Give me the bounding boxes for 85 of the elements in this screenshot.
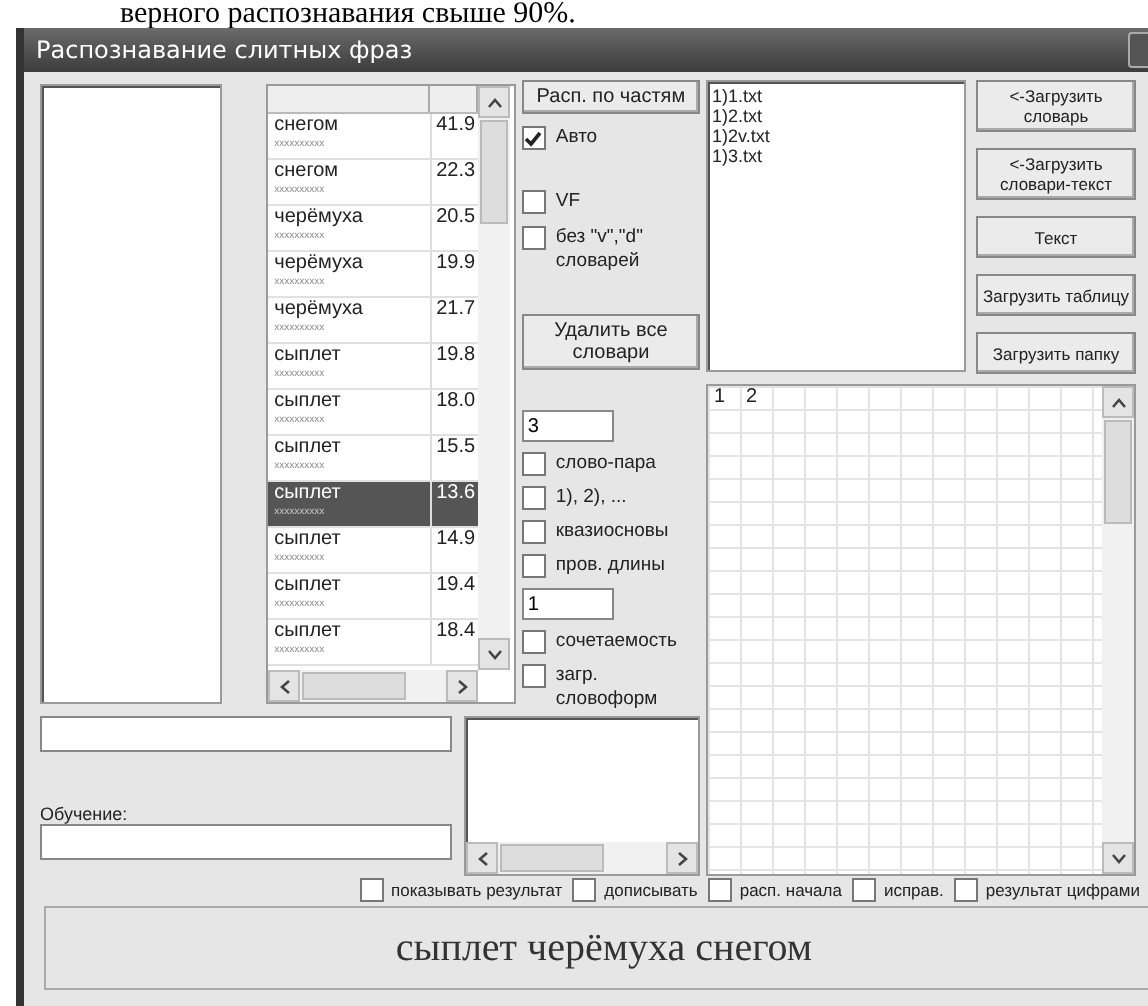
result-text: сыплет черёмуха снегом: [44, 906, 1148, 990]
load-button[interactable]: Текст: [976, 216, 1136, 258]
data-grid[interactable]: 1 2: [706, 384, 1136, 876]
checkbox[interactable]: [521, 554, 546, 578]
checkbox[interactable]: [521, 520, 546, 544]
checkbox-label: Авто: [555, 126, 598, 150]
word-text: сыплет: [274, 574, 343, 598]
file-item[interactable]: 1)3.txt: [712, 146, 960, 166]
number-field[interactable]: 3: [521, 410, 614, 442]
word-text: снегом: [274, 160, 341, 184]
checkbox[interactable]: [707, 878, 732, 902]
load-button[interactable]: <-Загрузить словарь: [976, 80, 1136, 132]
checkbox-label: без "v","d" словарей: [555, 226, 645, 274]
load-button[interactable]: Загрузить папку: [976, 332, 1136, 374]
checkbox-label: результат цифрами: [985, 878, 1140, 902]
vertical-scrollbar[interactable]: [1102, 386, 1134, 874]
checkbox[interactable]: [359, 878, 384, 902]
score-text: 19.8: [434, 344, 476, 370]
file-item[interactable]: 1)2.txt: [712, 106, 960, 126]
checkbox-label: загр. словоформ: [555, 664, 660, 712]
horizontal-scrollbar[interactable]: [268, 670, 479, 702]
checkbox[interactable]: [521, 630, 546, 654]
word-text: сыплет: [274, 436, 343, 460]
word-text: черёмуха: [274, 252, 365, 276]
checkbox-label: показывать результат: [391, 878, 563, 902]
checkbox-label: VF: [555, 190, 581, 214]
column-header: 1: [712, 386, 728, 408]
score-text: 22.3: [434, 160, 476, 186]
document-text: верного распознавания свыше 90%.: [118, 0, 578, 28]
score-text: 18.4: [434, 620, 476, 646]
score-text: 19.9: [434, 252, 476, 278]
checkbox[interactable]: [953, 878, 978, 902]
score-text: 21.7: [434, 298, 476, 324]
checkbox-label: квазиосновы: [555, 520, 669, 544]
number-field[interactable]: 1: [521, 588, 614, 620]
word-text: сыплет: [274, 482, 343, 506]
checkbox[interactable]: [521, 452, 546, 476]
score-text: 13.6: [434, 482, 476, 508]
score-text: 14.9: [434, 528, 476, 554]
training-field[interactable]: [40, 824, 452, 860]
checkbox[interactable]: [521, 126, 546, 150]
vertical-scrollbar[interactable]: [478, 86, 511, 670]
file-item[interactable]: 1)2v.txt: [712, 126, 960, 146]
checkbox-label: сочетаемость: [555, 630, 677, 654]
horizontal-scrollbar[interactable]: [466, 842, 698, 874]
score-text: 18.0: [434, 390, 476, 416]
score-text: 19.4: [434, 574, 476, 600]
list-box[interactable]: [40, 84, 223, 704]
checkbox[interactable]: [521, 190, 546, 214]
load-button[interactable]: <-Загрузить словари-текст: [976, 148, 1136, 200]
word-text: сыплет: [274, 528, 343, 552]
checkbox[interactable]: [521, 486, 546, 510]
checkbox[interactable]: [521, 664, 546, 688]
score-text: 15.5: [434, 436, 476, 462]
checkbox[interactable]: [851, 878, 876, 902]
action-button[interactable]: Расп. по частям: [521, 80, 700, 114]
word-text: снегом: [274, 114, 341, 138]
scrollbar-thumb[interactable]: [1104, 420, 1132, 524]
word-text: сыплет: [274, 620, 343, 644]
scrollbar-thumb[interactable]: [480, 120, 509, 224]
score-text: 20.5: [434, 206, 476, 232]
load-button[interactable]: Загрузить таблицу: [976, 274, 1136, 316]
word-text: сыплет: [274, 390, 343, 414]
scrollbar-thumb[interactable]: [302, 672, 407, 700]
checkbox-label: 1), 2), ...: [555, 486, 627, 510]
scrollbar-thumb[interactable]: [500, 844, 604, 872]
file-list[interactable]: 1)1.txt 1)2.txt 1)2v.txt 1)3.txt: [706, 80, 966, 372]
action-button[interactable]: Удалить все словари: [521, 314, 700, 370]
file-item[interactable]: 1)1.txt: [712, 86, 960, 106]
input-field[interactable]: [40, 716, 452, 752]
word-text: сыплет: [274, 344, 343, 368]
score-text: 41.9: [434, 114, 476, 140]
checkbox[interactable]: [572, 878, 597, 902]
column-header: 2: [744, 386, 760, 408]
window-title: Распознавание слитных фраз: [36, 36, 413, 64]
word-text: черёмуха: [274, 298, 365, 322]
checkbox-label: расп. начала: [739, 878, 842, 902]
training-label: Обучение:: [40, 804, 130, 824]
word-text: черёмуха: [274, 206, 365, 230]
checkbox-label: исправ.: [883, 878, 944, 902]
text-area[interactable]: [464, 716, 700, 876]
checkbox[interactable]: [521, 226, 546, 250]
checkbox-label: пров. длины: [555, 554, 665, 578]
checkbox-label: дописывать: [604, 878, 698, 902]
checkbox-label: слово-пара: [555, 452, 656, 476]
